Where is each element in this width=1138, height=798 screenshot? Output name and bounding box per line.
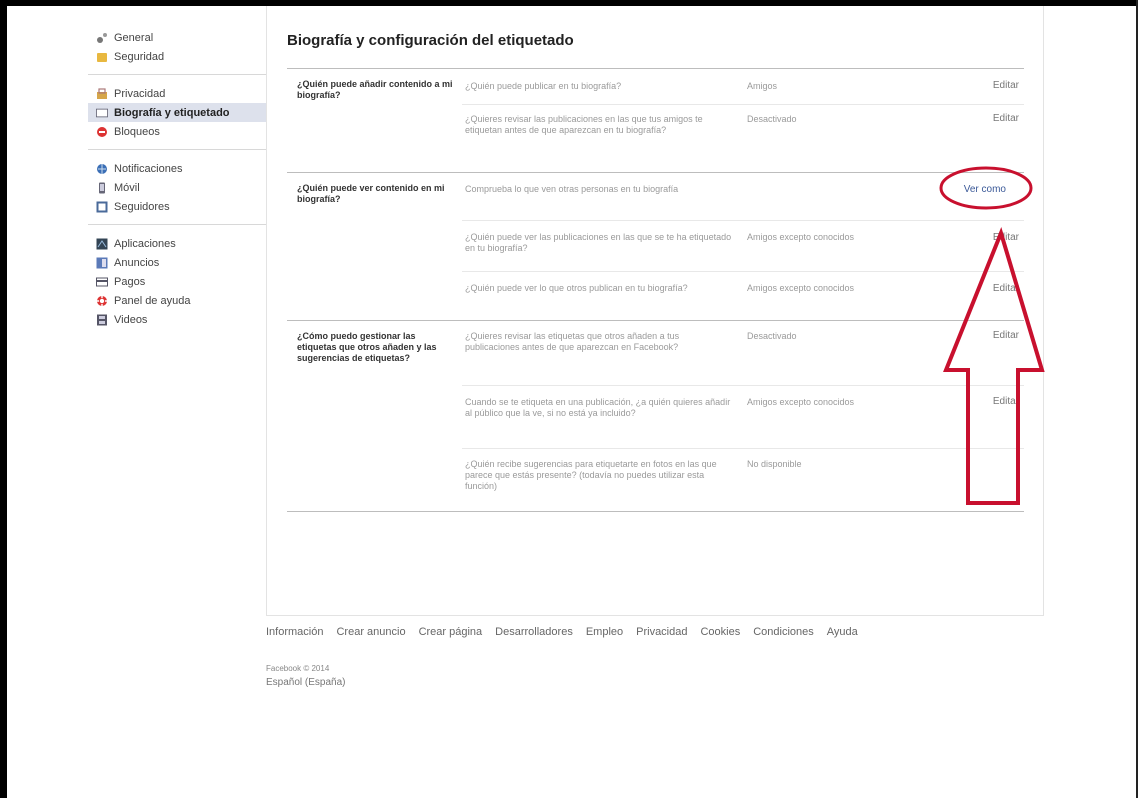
annotation-overlay — [939, 166, 1045, 505]
annotation-circle — [939, 166, 1033, 210]
annotation-arrow-up-icon — [943, 226, 1045, 505]
